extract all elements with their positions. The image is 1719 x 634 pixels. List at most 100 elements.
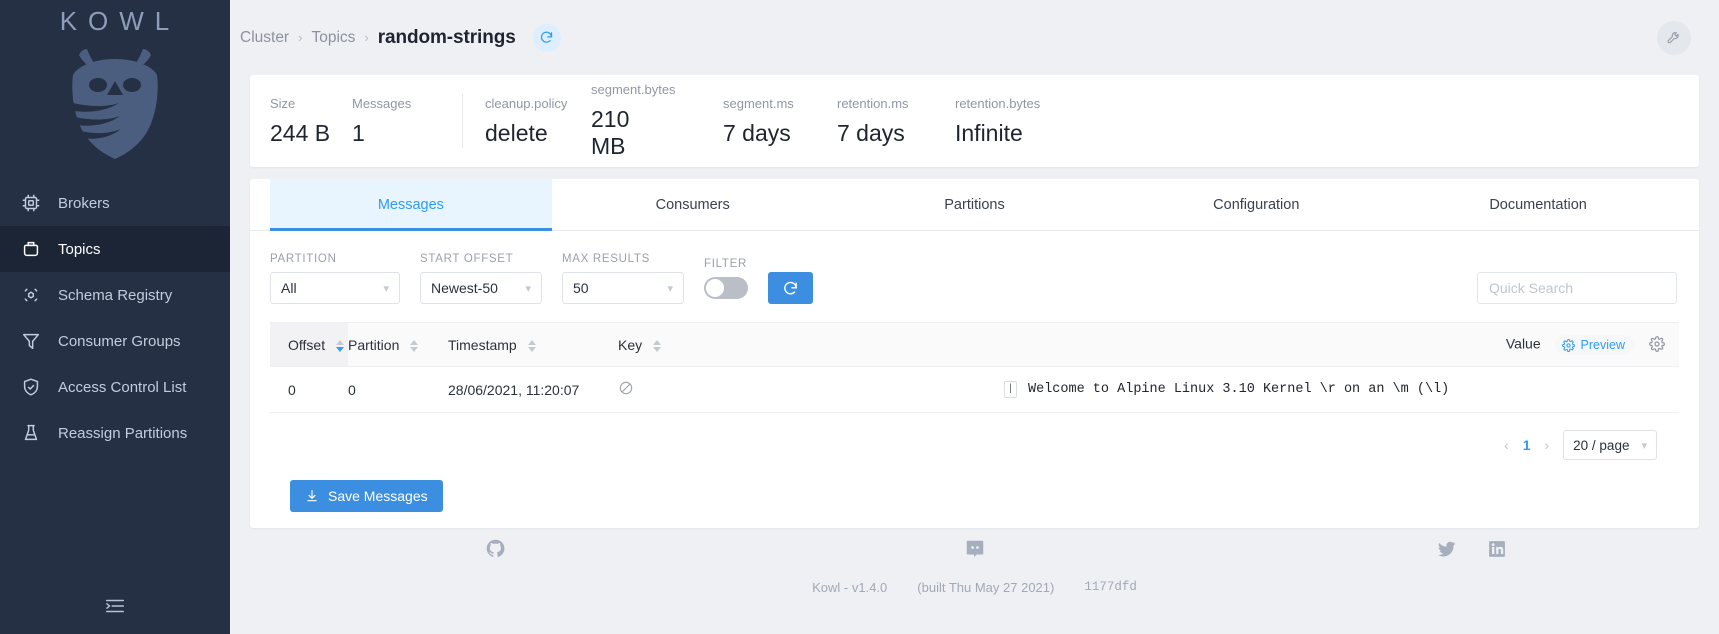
sidebar: KOWL Brokers Topics Schema Registry Cons… [0, 0, 230, 634]
stat-messages: Messages 1 [352, 96, 440, 147]
twitter-link[interactable] [1436, 538, 1457, 564]
value-text: Welcome to Alpine Linux 3.10 Kernel \r o… [1028, 382, 1450, 397]
sort-icon[interactable] [335, 340, 344, 353]
stat-value: 210 MB [591, 106, 630, 159]
sidebar-item-label: Access Control List [58, 378, 187, 396]
twitter-icon [1437, 541, 1456, 557]
stat-retention-bytes: retention.bytes Infinite [955, 96, 1040, 147]
column-label: Partition [348, 337, 400, 353]
start-offset-select[interactable]: Newest-50 ▾ [420, 272, 542, 304]
tab-consumers[interactable]: Consumers [552, 179, 834, 231]
stat-value: 244 B [270, 119, 331, 146]
chevron-down-icon: ▾ [667, 282, 673, 295]
footer-meta: Kowl - v1.4.0 (built Thu May 27 2021) 11… [812, 580, 1137, 595]
max-results-value: 50 [573, 280, 589, 296]
tab-bar: Messages Consumers Partitions Configurat… [250, 179, 1699, 231]
page-size-select[interactable]: 20 / page ▾ [1563, 430, 1657, 460]
sort-icon[interactable] [410, 340, 419, 353]
footer-social-links [230, 536, 1719, 566]
stat-segment-ms: segment.ms 7 days [723, 96, 797, 147]
next-page-button[interactable]: › [1544, 437, 1549, 453]
reassign-icon [24, 424, 38, 441]
footer: Kowl - v1.4.0 (built Thu May 27 2021) 11… [230, 514, 1719, 634]
topic-detail-card: Messages Consumers Partitions Configurat… [250, 179, 1699, 528]
filter-label: FILTER [704, 258, 747, 270]
sidebar-item-label: Reassign Partitions [58, 424, 188, 442]
cell-partition: 0 [348, 366, 448, 413]
breadcrumb-item-cluster[interactable]: Cluster [240, 29, 289, 47]
filter-toggle[interactable] [704, 277, 748, 299]
sidebar-item-consumer-groups[interactable]: Consumer Groups [0, 318, 230, 364]
stats-divider [462, 94, 463, 148]
main-content: Cluster › Topics › random-strings Size 2… [230, 0, 1719, 634]
stat-value: delete [485, 119, 548, 146]
sort-icon[interactable] [527, 340, 536, 353]
tab-documentation[interactable]: Documentation [1397, 179, 1679, 231]
stat-segment-bytes: segment.bytes 210 MB [591, 82, 676, 160]
breadcrumb: Cluster › Topics › random-strings [240, 23, 561, 52]
null-circle-slash-icon [619, 381, 633, 395]
stat-retention-ms: retention.ms Infinite 7 days [837, 96, 911, 147]
pagination: ‹ 1 › 20 / page ▾ [270, 413, 1679, 460]
breadcrumb-separator: › [364, 30, 369, 45]
column-label: Value [1505, 335, 1541, 352]
app-version: Kowl - v1.4.0 [812, 580, 888, 595]
partition-select[interactable]: All ▾ [270, 272, 400, 304]
table-body: 0 0 28/06/2021, 11:20:07 | Welcome to Al… [270, 366, 1679, 413]
column-header-partition[interactable]: Partition [348, 322, 448, 367]
linkedin-icon [1489, 540, 1505, 557]
stat-cleanup-policy: cleanup.policy delete [485, 95, 568, 147]
sidebar-item-access-control-list[interactable]: Access Control List [0, 364, 230, 410]
max-results-select[interactable]: 50 ▾ [562, 272, 684, 304]
messages-table-wrap: Offset Partition Timestamp Key Value Pre… [250, 304, 1699, 512]
owl-shield-logo [72, 49, 158, 159]
table-row[interactable]: 0 0 28/06/2021, 11:20:07 | Welcome to Al… [270, 366, 1679, 413]
save-messages-button[interactable]: Save Messages [290, 480, 443, 512]
tools-button[interactable] [1657, 20, 1691, 55]
build-date: (built Thu May 27 2021) [917, 580, 1055, 595]
search-input[interactable] [1477, 272, 1677, 304]
cell-key [618, 366, 998, 413]
breadcrumb-item-topics[interactable]: Topics [311, 29, 355, 47]
preview-settings-button[interactable]: Preview [1554, 335, 1635, 355]
column-header-timestamp[interactable]: Timestamp [448, 322, 618, 367]
sidebar-item-schema-registry[interactable]: Schema Registry [0, 272, 230, 318]
column-header-value: Value Preview [998, 322, 1635, 367]
stat-label: retention.bytes [955, 95, 1041, 111]
column-header-offset[interactable]: Offset [270, 322, 348, 367]
column-label: Offset [288, 337, 326, 353]
stat-label: cleanup.policy [485, 95, 568, 111]
sort-icon[interactable] [653, 340, 662, 353]
tab-partitions[interactable]: Partitions [834, 179, 1116, 231]
sidebar-item-reassign-partitions[interactable]: Reassign Partitions [0, 410, 230, 456]
sidebar-item-topics[interactable]: Topics [0, 226, 230, 272]
discord-link[interactable] [964, 538, 986, 565]
prev-page-button[interactable]: ‹ [1504, 437, 1509, 453]
page-number-1[interactable]: 1 [1523, 437, 1531, 453]
github-link[interactable] [485, 538, 506, 564]
brand-logo[interactable]: KOWL [0, 0, 230, 172]
preview-label: Preview [1580, 338, 1625, 352]
topics-icon [23, 241, 39, 257]
start-offset-value: Newest-50 [431, 280, 498, 296]
column-header-key[interactable]: Key [618, 322, 998, 367]
chevron-down-icon: ▾ [383, 282, 389, 295]
refresh-messages-button[interactable] [768, 272, 813, 304]
github-icon [486, 539, 505, 557]
refresh-topic-button[interactable] [532, 23, 561, 52]
linkedin-link[interactable] [1487, 539, 1507, 564]
filter-toggle-field: FILTER [704, 258, 748, 304]
start-offset-field: START OFFSET Newest-50 ▾ [420, 253, 542, 304]
page-size-value: 20 / page [1573, 437, 1630, 453]
table-settings-button[interactable] [1635, 322, 1679, 367]
discord-icon [966, 540, 983, 557]
tab-messages[interactable]: Messages [270, 179, 552, 231]
sidebar-item-brokers[interactable]: Brokers [0, 180, 230, 226]
tab-configuration[interactable]: Configuration [1115, 179, 1397, 231]
stat-value: 7 days [723, 119, 791, 146]
refresh-icon [784, 281, 797, 294]
gear-icon [1649, 335, 1665, 352]
sidebar-item-label: Consumer Groups [58, 332, 181, 350]
collapse-sidebar-button[interactable] [0, 584, 230, 628]
gear-icon [1561, 338, 1575, 352]
